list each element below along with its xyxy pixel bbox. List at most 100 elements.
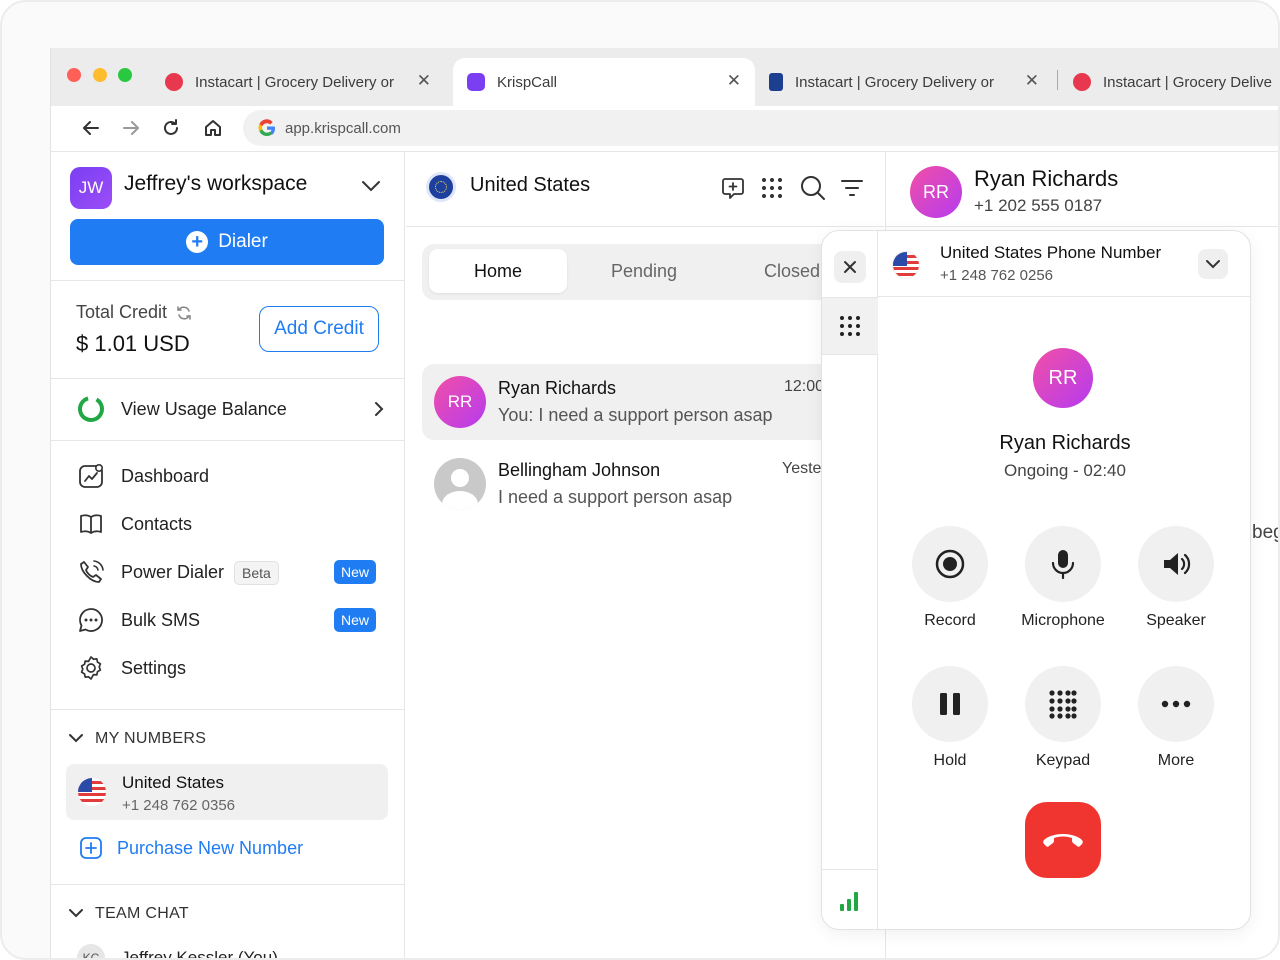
dashboard-icon <box>79 463 103 488</box>
conversation-item[interactable]: Bellingham Johnson I need a support pers… <box>422 446 882 522</box>
menu-item-power-dialer[interactable]: Power Dialer <box>77 557 224 587</box>
menu-item-bulk-sms[interactable]: Bulk SMS <box>77 605 200 635</box>
keypad-button[interactable] <box>1025 666 1101 742</box>
new-badge: New <box>334 560 377 584</box>
menu-item-contacts[interactable]: Contacts <box>77 509 192 539</box>
inbox-title: United States <box>470 174 591 196</box>
browser-tab-4[interactable]: Instacart | Grocery Delive <box>1067 58 1278 106</box>
team-chat-header[interactable]: TEAM CHAT <box>67 905 189 923</box>
browser-tab-3[interactable]: Instacart | Grocery Delivery or ✕ <box>763 58 1053 106</box>
menu-item-dashboard[interactable]: Dashboard <box>77 461 209 491</box>
contact-avatar: RR <box>434 376 486 428</box>
browser-tab-active[interactable]: KrispCall ✕ <box>453 58 755 106</box>
new-message-icon[interactable] <box>720 175 746 201</box>
total-credit-label: Total Credit <box>76 302 168 322</box>
hold-button[interactable] <box>912 666 988 742</box>
conversation-preview: I need a support person asap <box>498 487 733 507</box>
chat-icon <box>79 608 103 632</box>
speaker-icon <box>1164 553 1191 575</box>
more-label: More <box>1157 752 1195 769</box>
conversation-name: Bellingham Johnson <box>498 460 661 480</box>
us-flag-icon <box>78 778 106 806</box>
us-flag-icon <box>892 251 920 279</box>
maximize-window-dot[interactable] <box>118 68 132 82</box>
hang-up-icon <box>1043 834 1083 847</box>
record-button[interactable] <box>912 526 988 602</box>
usage-ring-icon <box>78 396 104 422</box>
purchase-number-label: Purchase New Number <box>117 837 304 858</box>
partial-text: beg <box>1252 522 1278 543</box>
microphone-button[interactable] <box>1025 526 1101 602</box>
menu-label: Dashboard <box>121 465 210 486</box>
tab-bar: Instacart | Grocery Delivery or ✕ KrispC… <box>51 48 1278 106</box>
tab-label: Instacart | Grocery Delivery or <box>795 73 994 91</box>
microphone-label: Microphone <box>1021 612 1105 629</box>
view-usage-label: View Usage Balance <box>121 398 287 419</box>
chevron-down-icon[interactable] <box>359 178 383 194</box>
close-tab-icon[interactable]: ✕ <box>1025 71 1039 91</box>
conversation-preview: You: I need a support person asap <box>498 405 773 425</box>
divider <box>51 440 405 441</box>
credit-amount: $ 1.01 USD <box>76 331 190 356</box>
tab-pending[interactable]: Pending <box>574 249 714 293</box>
browser-tab-1[interactable]: Instacart | Grocery Delivery or ✕ <box>155 58 445 106</box>
number-item-selected[interactable]: United States +1 248 762 0356 <box>66 764 388 820</box>
total-credit-row: Total Credit <box>76 302 193 323</box>
close-tab-icon[interactable]: ✕ <box>417 71 431 91</box>
number-value: +1 248 762 0356 <box>122 797 236 814</box>
grid-icon[interactable] <box>761 177 783 199</box>
divider <box>51 378 405 379</box>
purchase-number-link[interactable]: Purchase New Number <box>79 836 303 860</box>
home-icon[interactable] <box>201 116 225 140</box>
team-member-name[interactable]: Jeffrey Kessler (You) <box>121 948 278 958</box>
gear-icon <box>80 656 102 680</box>
window-frame: Instacart | Grocery Delivery or ✕ KrispC… <box>0 0 1280 960</box>
my-numbers-header[interactable]: MY NUMBERS <box>67 730 206 748</box>
record-icon <box>935 549 965 579</box>
line-selector[interactable]: United States Phone Number +1 248 762 02… <box>878 231 1250 297</box>
workspace-avatar: JW <box>70 167 112 209</box>
member-avatar: KC <box>77 944 105 958</box>
beta-badge: Beta <box>234 561 279 585</box>
inbox-tabs: Home Pending Closed <box>422 244 882 300</box>
new-badge: New <box>334 608 377 632</box>
reload-icon[interactable] <box>159 116 183 140</box>
divider <box>406 226 884 227</box>
more-button[interactable] <box>1138 666 1214 742</box>
back-icon[interactable] <box>79 116 103 140</box>
close-tab-icon[interactable]: ✕ <box>727 71 741 91</box>
view-usage-row[interactable]: View Usage Balance <box>77 394 387 424</box>
menu-label: Contacts <box>121 513 193 534</box>
chevron-down-icon[interactable] <box>1198 249 1228 279</box>
end-call-button[interactable] <box>1025 802 1101 878</box>
line-number: +1 248 762 0256 <box>940 267 1054 284</box>
plus-square-icon <box>80 837 102 859</box>
caller-avatar: RR <box>1033 348 1093 408</box>
minimize-window-dot[interactable] <box>93 68 107 82</box>
team-chat-title: TEAM CHAT <box>95 905 189 922</box>
pause-icon <box>940 693 960 715</box>
url-field[interactable]: app.krispcall.com <box>243 110 1278 146</box>
close-icon[interactable] <box>834 251 866 283</box>
tab-home[interactable]: Home <box>429 249 567 293</box>
add-credit-button[interactable]: Add Credit <box>259 306 379 352</box>
google-icon <box>258 119 275 137</box>
close-window-dot[interactable] <box>67 68 81 82</box>
divider <box>51 709 405 710</box>
search-icon[interactable] <box>799 174 827 202</box>
url-text: app.krispcall.com <box>285 119 401 137</box>
speaker-button[interactable] <box>1138 526 1214 602</box>
signal-strength-icon <box>840 892 858 911</box>
instacart-icon <box>1073 73 1091 91</box>
contact-avatar: RR <box>910 166 962 218</box>
refresh-icon[interactable] <box>175 304 193 322</box>
dialpad-icon[interactable] <box>822 298 878 354</box>
contact-phone: +1 202 555 0187 <box>974 196 1103 215</box>
dialer-button[interactable]: + Dialer <box>70 219 384 265</box>
forward-icon[interactable] <box>119 116 143 140</box>
filter-icon[interactable] <box>840 176 864 200</box>
conversation-item[interactable]: RR Ryan Richards You: I need a support p… <box>422 364 882 440</box>
menu-item-settings[interactable]: Settings <box>77 653 186 683</box>
workspace-name[interactable]: Jeffrey's workspace <box>124 172 307 196</box>
conversation-time: Yeste <box>782 460 822 477</box>
